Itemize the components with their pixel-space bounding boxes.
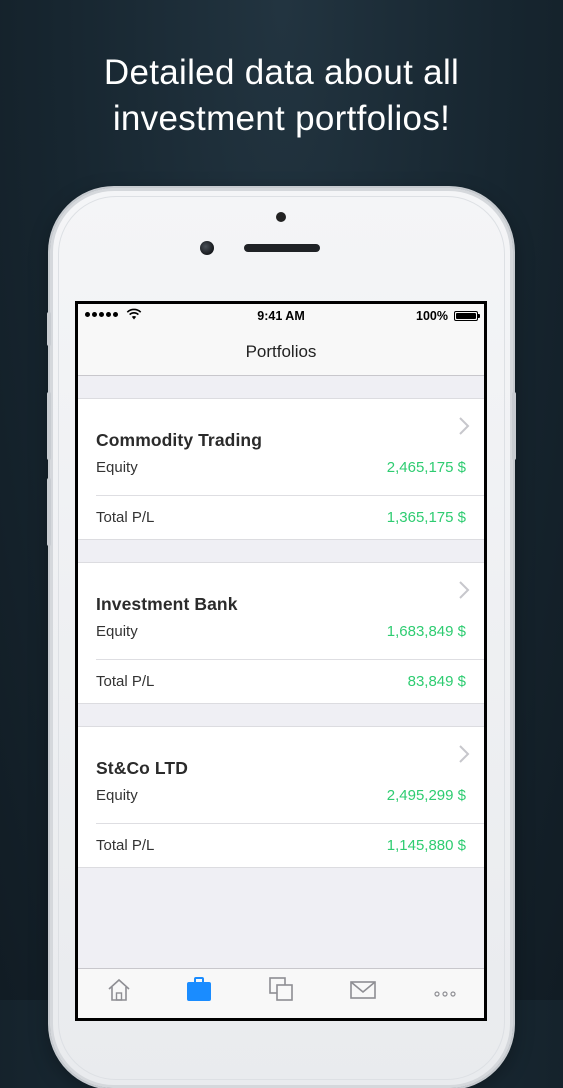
total-pl-value: 83,849 $ xyxy=(407,673,466,690)
equity-value: 2,465,175 $ xyxy=(386,459,466,476)
proximity-sensor xyxy=(276,212,286,222)
chevron-right-icon[interactable] xyxy=(458,416,470,436)
portfolio-header: Investment Bank xyxy=(96,563,484,619)
equity-label: Equity xyxy=(96,459,138,476)
portfolio-header: St&Co LTD xyxy=(96,727,484,783)
equity-value: 2,495,299 $ xyxy=(386,787,466,804)
promo-line-1: Detailed data about all xyxy=(103,53,460,92)
promo-line-2: investment portfolios! xyxy=(112,99,451,138)
total-pl-label: Total P/L xyxy=(96,509,155,526)
total-pl-value: 1,365,175 $ xyxy=(386,509,466,526)
portfolio-card-investment-bank[interactable]: Investment Bank Equity 1,683,849 $ Total… xyxy=(78,562,484,704)
equity-value: 1,683,849 $ xyxy=(386,623,466,640)
portfolio-name: Investment Bank xyxy=(96,594,238,614)
app-display: 9:41 AM 100% Portfolios Commodity Tradin… xyxy=(78,304,484,1018)
total-pl-row: Total P/L 1,365,175 $ xyxy=(96,495,484,539)
chevron-right-icon[interactable] xyxy=(458,744,470,764)
battery-icon xyxy=(454,311,480,321)
phone-screen: 9:41 AM 100% Portfolios Commodity Tradin… xyxy=(75,301,487,1021)
tab-bar xyxy=(78,968,484,1018)
front-camera xyxy=(200,241,214,255)
portfolio-name: St&Co LTD xyxy=(96,758,188,778)
equity-row: Equity 2,465,175 $ xyxy=(96,455,484,495)
volume-up-button xyxy=(47,392,51,460)
more-icon[interactable] xyxy=(432,976,458,1002)
portfolio-header: Commodity Trading xyxy=(96,399,484,455)
earpiece-speaker xyxy=(244,244,320,252)
briefcase-icon[interactable] xyxy=(186,976,212,1002)
chevron-right-icon[interactable] xyxy=(458,580,470,600)
page-title: Portfolios xyxy=(245,341,317,361)
mute-switch xyxy=(47,312,51,346)
total-pl-row: Total P/L 1,145,880 $ xyxy=(96,823,484,867)
mail-icon[interactable] xyxy=(350,976,376,1002)
equity-row: Equity 1,683,849 $ xyxy=(96,619,484,659)
total-pl-value: 1,145,880 $ xyxy=(386,837,466,854)
volume-down-button xyxy=(47,478,51,546)
portfolio-card-commodity-trading[interactable]: Commodity Trading Equity 2,465,175 $ Tot… xyxy=(78,398,484,540)
equity-label: Equity xyxy=(96,623,138,640)
equity-label: Equity xyxy=(96,787,138,804)
promo-headline: Detailed data about all investment portf… xyxy=(0,50,563,142)
portfolio-name: Commodity Trading xyxy=(96,430,263,450)
navigation-bar: Portfolios xyxy=(78,328,484,376)
total-pl-label: Total P/L xyxy=(96,673,155,690)
copy-icon[interactable] xyxy=(268,976,294,1002)
power-button xyxy=(512,392,516,460)
portfolio-list: Commodity Trading Equity 2,465,175 $ Tot… xyxy=(78,376,484,868)
battery-percent: 100% xyxy=(416,309,448,323)
equity-row: Equity 2,495,299 $ xyxy=(96,783,484,823)
portfolio-card-stco-ltd[interactable]: St&Co LTD Equity 2,495,299 $ Total P/L 1… xyxy=(78,726,484,868)
home-icon[interactable] xyxy=(106,976,132,1002)
total-pl-row: Total P/L 83,849 $ xyxy=(96,659,484,703)
status-bar: 9:41 AM 100% xyxy=(78,304,484,328)
total-pl-label: Total P/L xyxy=(96,837,155,854)
